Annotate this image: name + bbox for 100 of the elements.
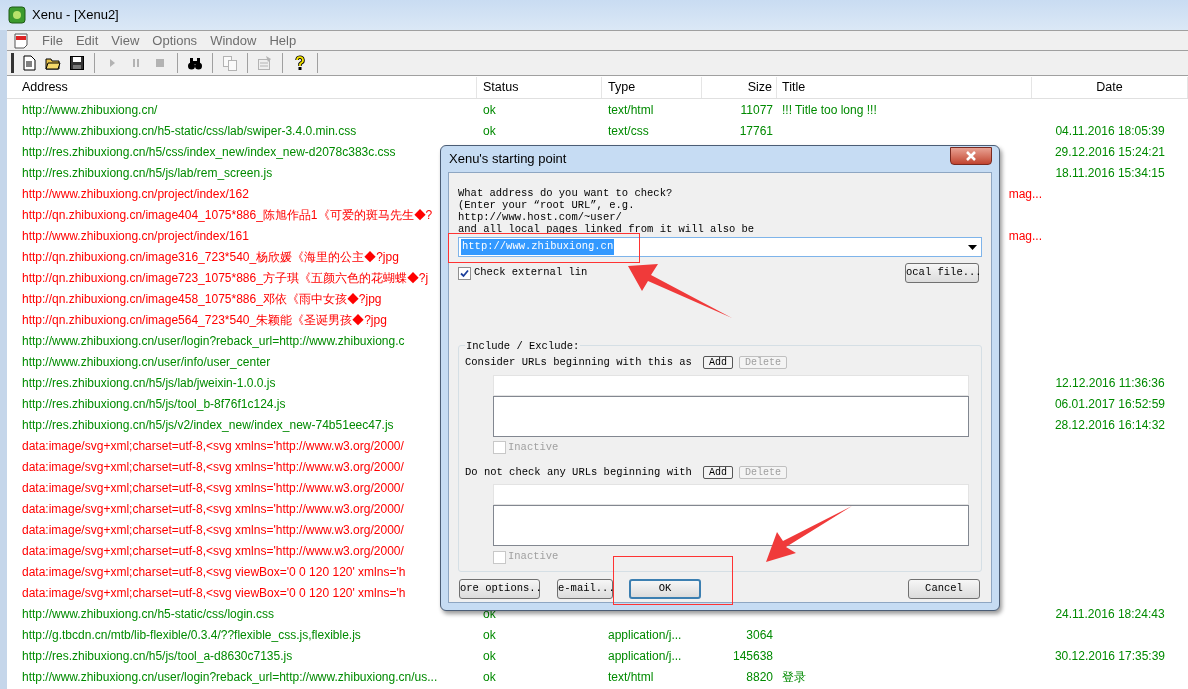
- table-cell-text: http://qn.zhibuxiong.cn/image316_723*540_杨欣媛《海里的公主◆?jpg: [22, 248, 399, 266]
- prompt-text: What address do you want to check?: [458, 187, 674, 199]
- prompt-text: http://www.host.com/~user/: [458, 211, 623, 223]
- table-cell-text: !!! Title too long !!!: [782, 101, 877, 119]
- section-label: Consider URLs beginning with this as: [465, 355, 693, 370]
- table-cell-text: 24.11.2016 18:24:43: [1055, 605, 1165, 623]
- table-cell-text: http://qn.zhibuxiong.cn/image564_723*540_朱颖能《圣诞男孩◆?jpg: [22, 311, 387, 329]
- table-cell-text: data:image/svg+xml;charset=utf-8,<svg viewBox='0 0 120 120' xmlns='h: [22, 584, 406, 602]
- table-cell-text: http://res.zhibuxiong.cn/h5/js/tool_b-8f76f1c124.js: [22, 395, 286, 413]
- table-cell-text: data:image/svg+xml;charset=utf-8,<svg xmlns='http://www.w3.org/2000/: [22, 479, 404, 497]
- url-list-box[interactable]: [493, 505, 969, 547]
- close-button[interactable]: [950, 147, 992, 165]
- table-cell-text: text/css: [608, 122, 649, 140]
- table-cell-text: http://www.zhibuxiong.cn/project/index/161: [22, 227, 249, 245]
- table-cell-text: http://res.zhibuxiong.cn/h5/css/index_new/index_new-d2078c383c.css: [22, 143, 396, 161]
- table-cell-text: 12.12.2016 11:36:36: [1055, 374, 1165, 392]
- dialog-button[interactable]: ore options..: [459, 579, 540, 599]
- table-cell-text: ok: [483, 101, 496, 119]
- section-label: Do not check any URLs beginning with: [465, 464, 693, 480]
- table-cell-text: 29.12.2016 15:24:21: [1054, 143, 1166, 161]
- binoculars-icon[interactable]: [187, 55, 203, 71]
- prompt-text: (Enter your “root URL”, e.g.: [458, 199, 636, 211]
- url-input-field[interactable]: [493, 484, 969, 506]
- table-cell-text: http://www.zhibuxiong.cn/h5-static/css/lab/swiper-3.4.0.min.css: [22, 122, 357, 140]
- table-cell-text: 145638: [732, 647, 773, 665]
- column-header[interactable]: Title: [777, 77, 1032, 98]
- menu-item[interactable]: View: [105, 30, 146, 51]
- open-folder-icon[interactable]: [45, 55, 61, 71]
- table-cell-text: 18.11.2016 15:34:15: [1055, 164, 1165, 182]
- menu-item[interactable]: Help: [263, 30, 303, 51]
- new-document-icon[interactable]: [21, 55, 37, 71]
- table-cell-text: http://www.zhibuxiong.cn/: [22, 101, 158, 119]
- table-cell-text: mag...: [1008, 227, 1042, 245]
- table-cell-text: mag...: [1008, 185, 1042, 203]
- table-cell-text: 30.12.2016 17:35:39: [1054, 647, 1166, 665]
- dialog-button[interactable]: Cancel: [908, 579, 980, 599]
- table-cell-text: application/j...: [608, 626, 682, 644]
- dialog-button[interactable]: OK: [629, 579, 701, 599]
- table-cell-text: http://www.zhibuxiong.cn/project/index/162: [22, 185, 249, 203]
- table-cell-text: http://qn.zhibuxiong.cn/image458_1075*886_邓依《雨中女孩◆?jpg: [22, 290, 382, 308]
- table-cell-text: http://g.tbcdn.cn/mtb/lib-flexible/0.3.4/??flexible_css.js,flexible.js: [22, 626, 361, 644]
- table-cell-text: 06.01.2017 16:52:59: [1054, 395, 1166, 413]
- table-cell-text: data:image/svg+xml;charset=utf-8,<svg xmlns='http://www.w3.org/2000/: [22, 500, 404, 518]
- table-cell-text: 28.12.2016 16:14:32: [1054, 416, 1166, 434]
- table-cell-text: http://qn.zhibuxiong.cn/image723_1075*886_方子琪《五颜六色的花蝴蝶◆?j: [22, 269, 429, 287]
- table-cell-text: 8820: [746, 668, 773, 686]
- table-cell-text: http://www.zhibuxiong.cn/user/login?reback_url=http://www.zhibuxiong.c: [22, 332, 405, 350]
- table-cell-text: http://res.zhibuxiong.cn/h5/js/tool_a-d8630c7135.js: [22, 647, 293, 665]
- column-header[interactable]: Status: [477, 77, 602, 98]
- table-cell-text: http://www.zhibuxiong.cn/user/login?reback_url=http://www.zhibuxiong.cn/us...: [22, 668, 438, 686]
- url-value: http://www.zhibuxiong.cn: [461, 239, 615, 255]
- table-cell-text: http://www.zhibuxiong.cn/user/info/user_center: [22, 353, 271, 371]
- table-cell-text: ok: [483, 647, 496, 665]
- checkbox[interactable]: [458, 266, 471, 280]
- table-cell-text: data:image/svg+xml;charset=utf-8,<svg xmlns='http://www.w3.org/2000/: [22, 542, 404, 560]
- table-cell-text: 登录: [782, 668, 806, 686]
- help-icon[interactable]: [292, 55, 308, 71]
- table-cell-text: data:image/svg+xml;charset=utf-8,<svg xmlns='http://www.w3.org/2000/: [22, 521, 404, 539]
- table-cell-text: text/html: [608, 668, 654, 686]
- table-cell-text: ok: [483, 668, 496, 686]
- dropdown-arrow-icon: [968, 244, 977, 250]
- app-icon: [8, 6, 26, 24]
- table-cell-text: http://www.zhibuxiong.cn/h5-static/css/login.css: [22, 605, 275, 623]
- table-cell-text: 17761: [739, 122, 773, 140]
- table-cell-text: http://res.zhibuxiong.cn/h5/js/lab/jweixin-1.0.0.js: [22, 374, 276, 392]
- table-cell-text: http://qn.zhibuxiong.cn/image404_1075*886_陈旭作品1《可爱的斑马先生◆?: [22, 206, 433, 224]
- small-button[interactable]: Add: [703, 465, 733, 479]
- window-title: Xenu - [Xenu2]: [32, 6, 119, 25]
- column-header[interactable]: Type: [602, 77, 702, 98]
- table-cell-text: 3064: [746, 626, 773, 644]
- checkbox-label: Inactive: [508, 549, 559, 565]
- document-icon[interactable]: [13, 32, 29, 49]
- column-header[interactable]: Size: [702, 77, 777, 98]
- table-cell-text: 04.11.2016 18:05:39: [1055, 122, 1165, 140]
- table-cell-text: ok: [483, 122, 496, 140]
- table-cell-text: ok: [483, 626, 496, 644]
- table-cell-text: http://res.zhibuxiong.cn/h5/js/lab/rem_screen.js: [22, 164, 273, 182]
- table-cell-text: data:image/svg+xml;charset=utf-8,<svg viewBox='0 0 120 120' xmlns='h: [22, 563, 406, 581]
- url-list-box[interactable]: [493, 395, 969, 437]
- url-input-field[interactable]: [493, 374, 969, 396]
- table-cell-text: data:image/svg+xml;charset=utf-8,<svg xmlns='http://www.w3.org/2000/: [22, 437, 404, 455]
- menu-item[interactable]: File: [36, 30, 69, 51]
- table-cell-text: application/j...: [608, 647, 682, 665]
- checkbox-label: Check external lin: [474, 265, 588, 281]
- checkbox-label: Inactive: [508, 439, 559, 455]
- dialog-button[interactable]: ocal file...: [905, 263, 979, 283]
- table-cell-text: http://res.zhibuxiong.cn/h5/js/v2/index_new/index_new-74b51eec47.js: [22, 416, 394, 434]
- column-header[interactable]: Address: [7, 77, 477, 98]
- dialog-title: Xenu's starting point: [448, 150, 567, 169]
- menu-item[interactable]: Options: [146, 30, 204, 51]
- menu-item[interactable]: Edit: [69, 30, 105, 51]
- menu-item[interactable]: Window: [204, 30, 263, 51]
- table-cell-text: text/html: [608, 101, 654, 119]
- column-header[interactable]: Date: [1032, 77, 1188, 98]
- dialog-button[interactable]: e-mail...: [557, 579, 613, 599]
- close-icon: [965, 151, 977, 161]
- small-button[interactable]: Add: [703, 356, 733, 370]
- save-icon[interactable]: [69, 55, 85, 71]
- table-cell-text: 11077: [740, 101, 773, 119]
- table-cell-text: data:image/svg+xml;charset=utf-8,<svg xmlns='http://www.w3.org/2000/: [22, 458, 404, 476]
